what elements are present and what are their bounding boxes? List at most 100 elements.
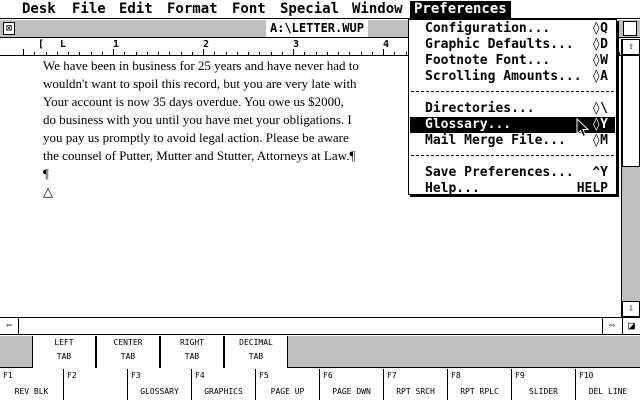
fkey-number: F9 bbox=[515, 371, 525, 380]
menu-item-graphic-defaults[interactable]: Graphic Defaults... ◊D bbox=[410, 37, 615, 53]
scroll-right-icon[interactable]: ⇨ bbox=[604, 319, 620, 333]
ruler-tick bbox=[282, 52, 283, 55]
function-key-f5[interactable]: F5 PAGE UP bbox=[256, 369, 320, 400]
ruler-tick bbox=[192, 52, 193, 55]
menu-item-configuration[interactable]: Configuration... ◊Q bbox=[410, 21, 615, 37]
tab-label: LEFT bbox=[54, 338, 74, 347]
ruler-tick bbox=[327, 52, 328, 55]
fkey-label: GRAPHICS bbox=[204, 387, 243, 396]
menu-edit[interactable]: Edit bbox=[115, 1, 157, 18]
text-line: do business with you until you have met … bbox=[43, 112, 352, 127]
ruler-tick bbox=[383, 49, 384, 55]
ruler-tick bbox=[293, 49, 294, 55]
scroll-down-icon[interactable]: ⇩ bbox=[622, 301, 640, 317]
tab-label: TAB bbox=[184, 352, 200, 361]
tab-label: TAB bbox=[248, 352, 264, 361]
function-key-f4[interactable]: F4 GRAPHICS bbox=[192, 369, 256, 400]
fkey-number: F7 bbox=[387, 371, 397, 380]
menu-window[interactable]: Window bbox=[348, 1, 407, 18]
ruler-tick bbox=[91, 52, 92, 55]
ruler-tick bbox=[259, 52, 260, 55]
ruler-tick bbox=[316, 52, 317, 55]
menu-preferences[interactable]: Preferences bbox=[410, 1, 511, 18]
fkey-number: F4 bbox=[195, 371, 205, 380]
size-box-icon[interactable]: ◪ bbox=[622, 318, 640, 334]
ruler-tick bbox=[304, 52, 305, 55]
fkey-label: PAGE DWN bbox=[332, 387, 371, 396]
ruler-tick bbox=[237, 52, 238, 55]
menu-bar: Desk File Edit Format Font Special Windo… bbox=[0, 0, 640, 19]
ruler-tick bbox=[46, 52, 47, 55]
ruler-tick bbox=[181, 52, 182, 55]
right-tab-button[interactable]: RIGHT TAB bbox=[160, 336, 224, 368]
window-title: A:\LETTER.WUP bbox=[266, 20, 368, 37]
tab-label: TAB bbox=[120, 352, 136, 361]
tab-label: RIGHT bbox=[179, 338, 205, 347]
fkey-label: SLIDER bbox=[529, 387, 558, 396]
fkey-label: RPT SRCH bbox=[396, 387, 435, 396]
function-key-f7[interactable]: F7 RPT SRCH bbox=[384, 369, 448, 400]
preferences-dropdown-menu: Configuration... ◊Q Graphic Defaults... ◊D… bbox=[408, 19, 617, 197]
ruler-tick bbox=[158, 52, 159, 55]
function-key-f2[interactable]: F2 bbox=[64, 369, 128, 400]
function-key-f3[interactable]: F3 GLOSSARY bbox=[128, 369, 192, 400]
scroll-left-icon[interactable]: ⇦ bbox=[1, 319, 17, 333]
menu-format[interactable]: Format bbox=[163, 1, 222, 18]
text-line: you pay us promptly to avoid legal actio… bbox=[43, 130, 349, 145]
ruler-tick bbox=[271, 52, 272, 55]
close-box-icon[interactable]: ⊠ bbox=[3, 22, 15, 35]
left-tab-button[interactable]: LEFT TAB bbox=[32, 336, 96, 368]
horizontal-scroll-thumb[interactable] bbox=[18, 318, 603, 334]
ruler-tick bbox=[68, 52, 69, 55]
menu-item-help[interactable]: Help... HELP bbox=[410, 181, 615, 197]
vertical-scroll-thumb[interactable] bbox=[622, 55, 640, 167]
ruler-tick bbox=[338, 52, 339, 55]
center-tab-button[interactable]: CENTER TAB bbox=[96, 336, 160, 368]
menu-item-directories[interactable]: Directories... ◊\ bbox=[410, 101, 615, 117]
ruler-tick bbox=[372, 52, 373, 55]
ruler-tick bbox=[361, 52, 362, 55]
menu-file[interactable]: File bbox=[68, 1, 110, 18]
decimal-tab-button[interactable]: DECIMAL TAB bbox=[224, 336, 288, 368]
full-box-icon[interactable] bbox=[623, 21, 637, 36]
menu-separator bbox=[411, 155, 614, 156]
fkey-number: F8 bbox=[451, 371, 461, 380]
end-of-document-marker: △ bbox=[43, 184, 53, 199]
function-key-f6[interactable]: F6 PAGE DWN bbox=[320, 369, 384, 400]
text-line: Your account is now 35 days overdue. You… bbox=[43, 94, 344, 109]
function-key-f10[interactable]: F10 DEL LINE bbox=[576, 369, 640, 400]
menu-separator bbox=[411, 91, 614, 92]
ruler-left-margin-marker[interactable]: [ bbox=[38, 40, 44, 50]
ruler-tick bbox=[23, 49, 24, 55]
scroll-up-icon[interactable]: ⇧ bbox=[622, 39, 640, 55]
ruler-tick bbox=[102, 52, 103, 55]
ruler-tick bbox=[226, 52, 227, 55]
menu-font[interactable]: Font bbox=[228, 1, 270, 18]
ruler-tick bbox=[34, 52, 35, 55]
text-line: wouldn't want to spoil this record, but … bbox=[43, 76, 357, 91]
ruler-tick bbox=[394, 52, 395, 55]
fkey-label: GLOSSARY bbox=[140, 387, 179, 396]
function-key-f9[interactable]: F9 SLIDER bbox=[512, 369, 576, 400]
menu-special[interactable]: Special bbox=[276, 1, 343, 18]
vertical-scrollbar[interactable]: ⇧ ⇩ bbox=[621, 39, 640, 317]
function-key-f8[interactable]: F8 RPT RPLC bbox=[448, 369, 512, 400]
menu-desk[interactable]: Desk bbox=[18, 1, 60, 18]
text-line: We have been in business for 25 years an… bbox=[43, 58, 359, 73]
fkey-label: REV BLK bbox=[14, 387, 49, 396]
ruler-tick bbox=[349, 52, 350, 55]
ruler-tick bbox=[169, 52, 170, 55]
function-key-f1[interactable]: F1 REV BLK bbox=[0, 369, 64, 400]
ruler-tick bbox=[124, 52, 125, 55]
paragraph-mark: ¶ bbox=[43, 166, 49, 181]
fkey-number: F1 bbox=[3, 371, 13, 380]
menu-item-scrolling-amounts[interactable]: Scrolling Amounts... ◊A bbox=[410, 69, 615, 85]
fkey-label: DEL LINE bbox=[588, 387, 628, 396]
menu-item-save-preferences[interactable]: Save Preferences... ^Y bbox=[410, 165, 615, 181]
ruler-tick bbox=[79, 52, 80, 55]
fkey-label: PAGE UP bbox=[270, 387, 305, 396]
menu-item-footnote-font[interactable]: Footnote Font... ◊W bbox=[410, 53, 615, 69]
ruler-tick bbox=[248, 52, 249, 55]
ruler-left-indent-marker[interactable]: L bbox=[60, 40, 66, 50]
ruler-tick bbox=[57, 52, 58, 55]
